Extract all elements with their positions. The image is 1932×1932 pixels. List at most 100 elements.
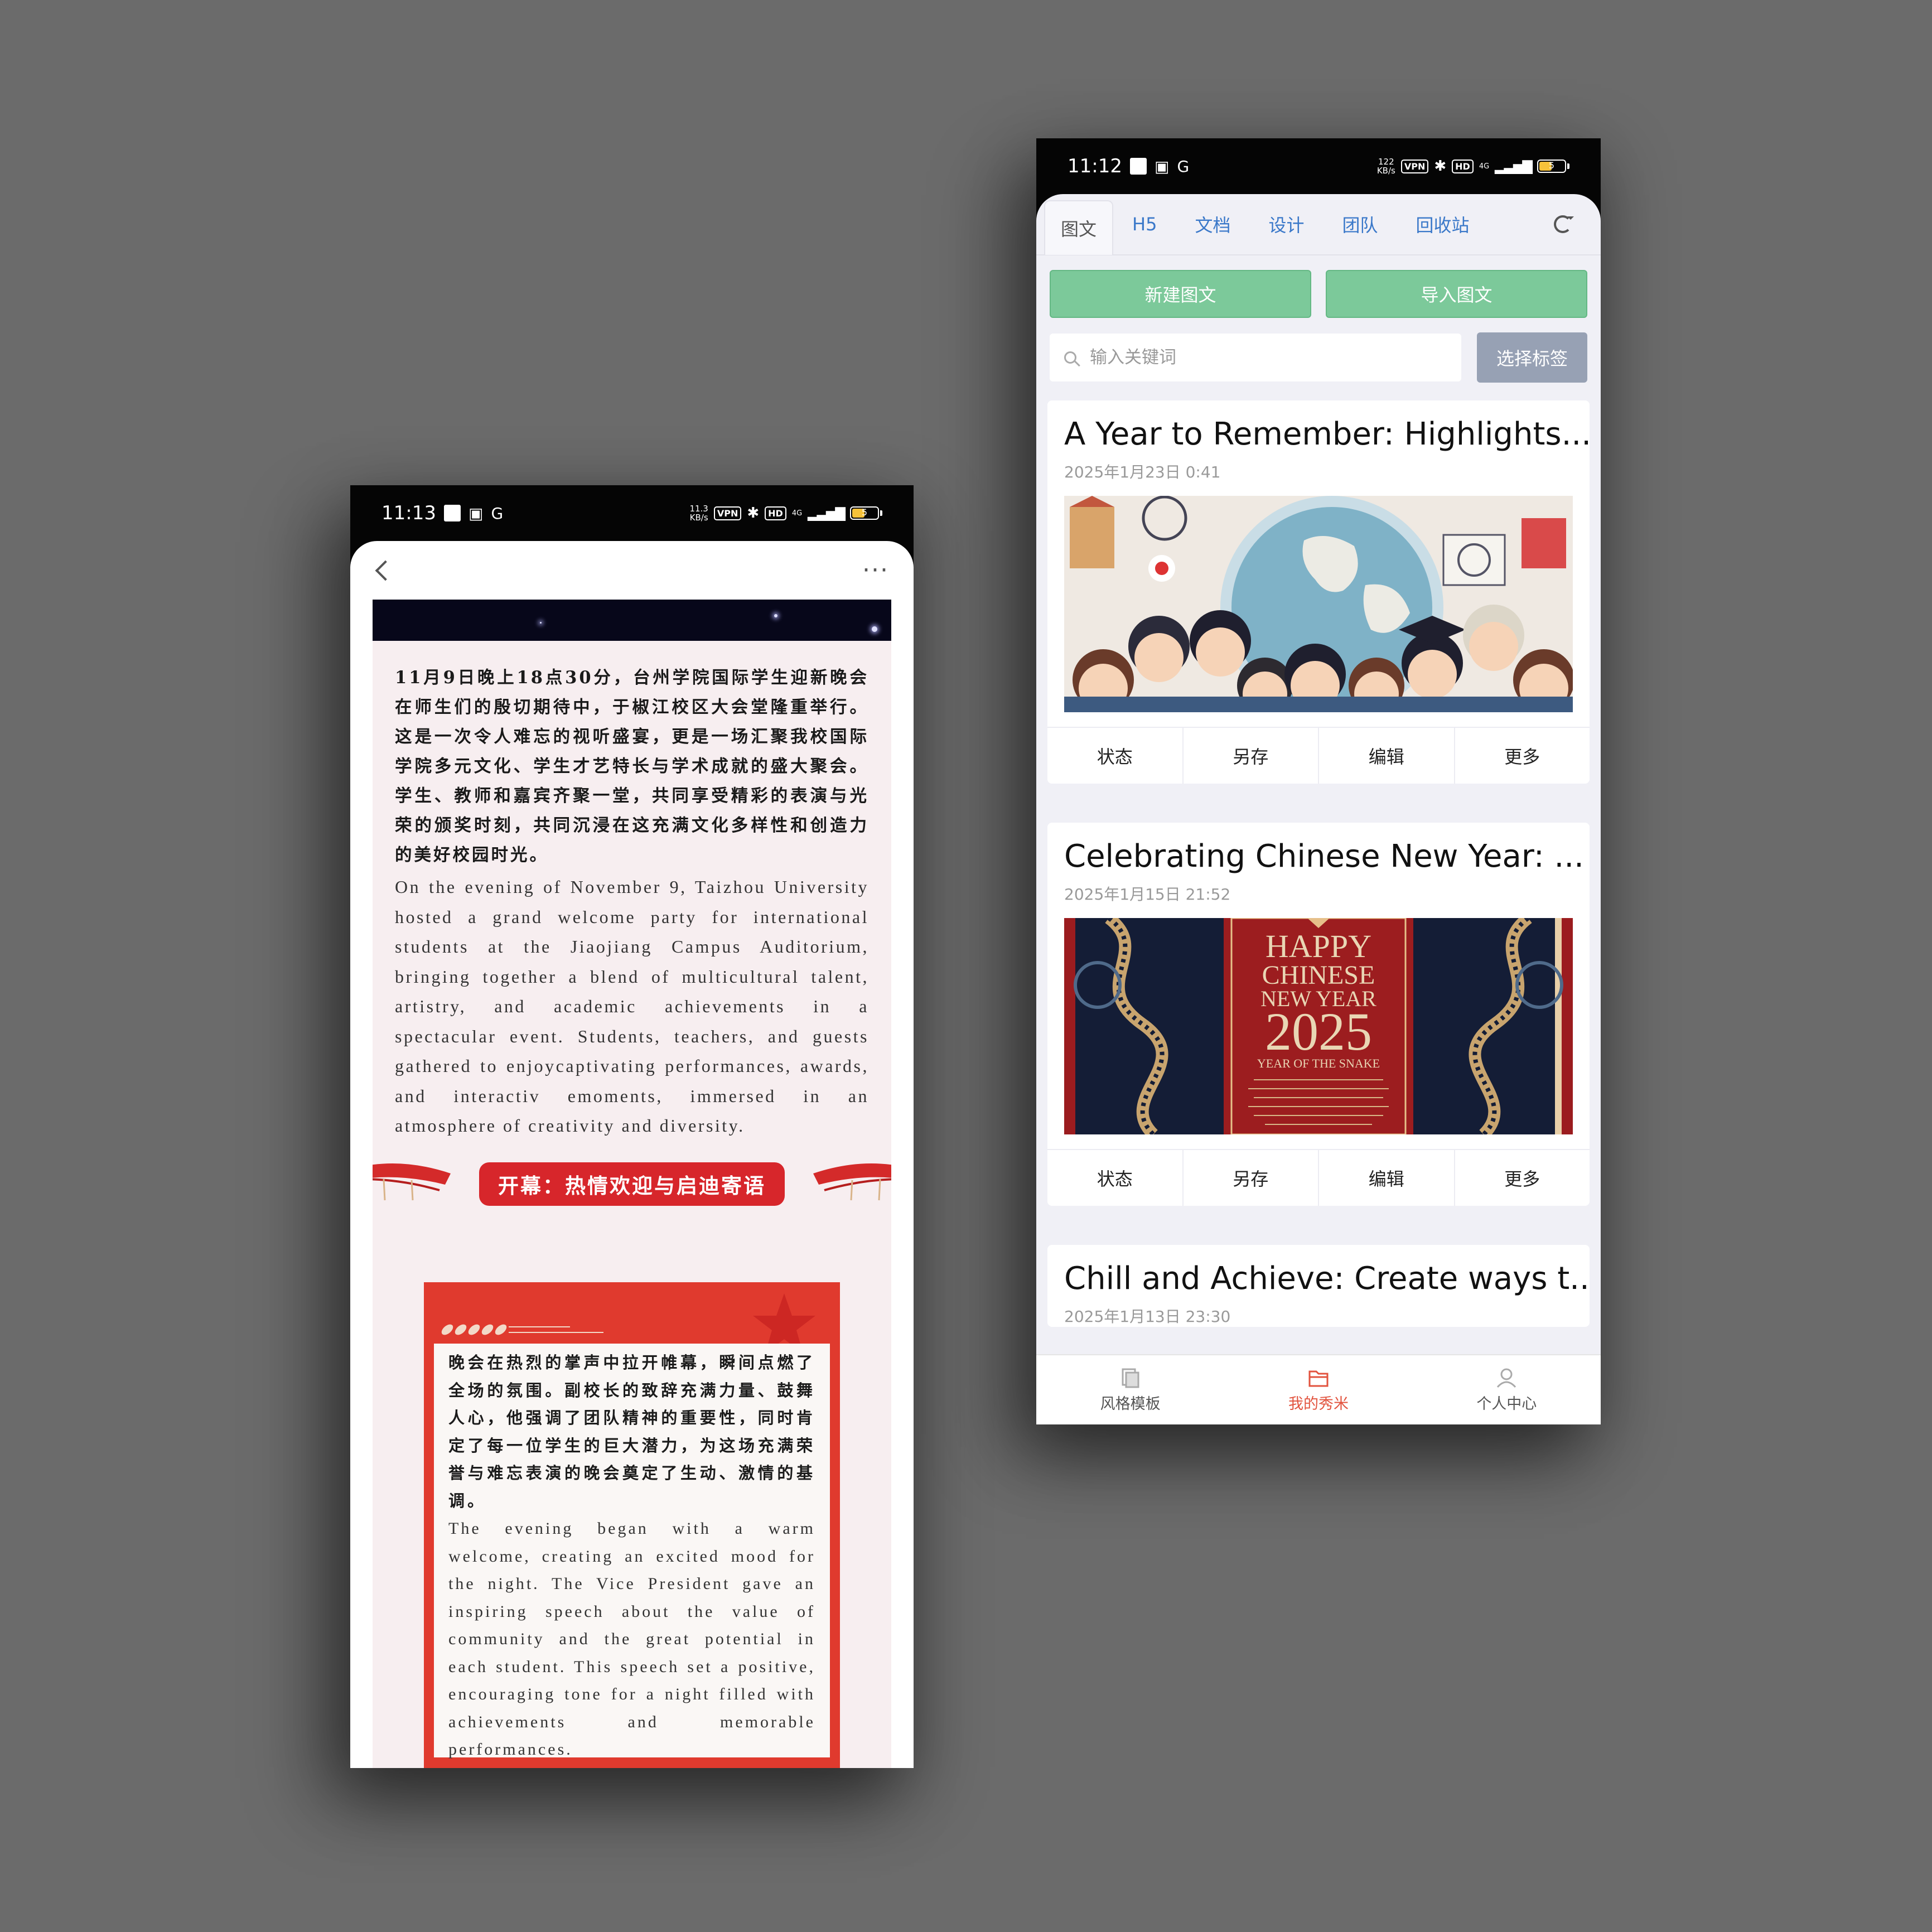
network-type: 4G [791,509,803,518]
search-box [1050,334,1461,381]
more-button[interactable]: 更多 [1455,1150,1590,1206]
article-date: 2025年1月15日 21:52 [1064,885,1231,904]
tab-recycle-bin[interactable]: 回收站 [1397,194,1488,254]
status-time: 11:12 [1068,155,1122,177]
search-icon [1064,351,1076,364]
nav-label: 我的秀米 [1288,1395,1349,1413]
article-title[interactable]: A Year to Remember: Highlights... [1047,400,1590,452]
nav-personal-center[interactable]: 个人中心 [1413,1355,1601,1424]
sim-icon: ▣ [1154,157,1170,176]
red-fan-decoration [373,1163,451,1200]
left-phone-screen: 11:13 ▣ G 11.3 KB/s VPN ✱ HD 4G ▂▃▅▇ 5 ·… [350,485,914,1768]
bottom-navigation: 风格模板 我的秀米 个人中心 [1036,1354,1601,1424]
status-time: 11:13 [381,502,436,524]
article-card[interactable]: Chill and Achieve: Create ways t... 2025… [1047,1245,1590,1327]
edit-button[interactable]: 编辑 [1319,1150,1455,1206]
battery-level: 5 [861,507,868,518]
network-speed: 122 KB/s [1376,157,1395,176]
star-decoration [872,626,877,632]
chinese-intro-paragraph: 11月9日晚上18点30分，台州学院国际学生迎新晚会在师生们的殷切期待中，于椒江… [395,668,869,865]
sim-icon: ▣ [468,504,484,523]
article-card[interactable]: A Year to Remember: Highlights... 2025年1… [1047,400,1590,784]
nav-label: 风格模板 [1100,1395,1161,1413]
article-date: 2025年1月23日 0:41 [1064,463,1221,481]
article-nav-bar: ··· [350,541,914,600]
nav-label: 个人中心 [1476,1395,1537,1413]
article-thumbnail[interactable]: HAPPY CHINESE NEW YEAR 2025 YEAR OF THE … [1064,918,1573,1134]
battery-level: 5 [1548,160,1555,171]
status-button[interactable]: 状态 [1047,1150,1184,1206]
signal-icon: ▂▃▅▇ [808,505,846,521]
bluetooth-icon: ✱ [1434,158,1447,175]
section-title: 开幕：热情欢迎与启迪寄语 [479,1162,785,1206]
tab-h5[interactable]: H5 [1113,194,1176,254]
starry-banner-image [373,600,891,641]
back-arrow-icon[interactable] [375,560,396,581]
card-action-bar: 状态 另存 编辑 更多 [1047,727,1590,784]
red-frame-card: 晚会在热烈的掌声中拉开帷幕，瞬间点燃了全场的氛围。副校长的致辞充满力量、鼓舞人心… [424,1282,840,1768]
search-input[interactable] [1089,347,1409,368]
wheat-decoration [441,1324,603,1335]
article-thumbnail[interactable] [1064,496,1573,712]
vpn-badge: VPN [1400,159,1429,173]
notification-icon [443,505,461,521]
volte-icon: HD [1452,159,1474,173]
app-body: ··· 11月9日晚上18点30分，台州学院国际学生迎新晚会在师生们的殷切期待中… [350,541,914,1768]
red-fan-decoration [813,1163,891,1200]
battery-icon: 5 [850,506,882,520]
status-bar: 11:12 ▣ G 122 KB/s VPN ✱ HD 4G ▂▃▅▇ 5 [1036,138,1601,194]
g-icon: G [491,504,504,523]
user-icon [1497,1368,1516,1388]
notification-icon [1129,158,1147,175]
status-bar: 11:13 ▣ G 11.3 KB/s VPN ✱ HD 4G ▂▃▅▇ 5 [350,485,914,541]
save-as-button[interactable]: 另存 [1184,1150,1319,1206]
vpn-badge: VPN [713,506,742,520]
poster-text-happy: HAPPY [1266,928,1371,964]
status-button[interactable]: 状态 [1047,728,1184,784]
chinese-new-year-poster: HAPPY CHINESE NEW YEAR 2025 YEAR OF THE … [1064,918,1573,1134]
edit-button[interactable]: 编辑 [1319,728,1455,784]
nav-my-xiumi[interactable]: 我的秀米 [1224,1355,1412,1424]
article-date: 2025年1月13日 23:30 [1064,1307,1231,1326]
more-button[interactable]: 更多 [1455,728,1590,784]
network-speed: 11.3 KB/s [689,504,708,523]
tab-bar: 图文 H5 文档 设计 团队 回收站 [1036,194,1601,255]
select-tag-button[interactable]: 选择标签 [1477,332,1587,383]
english-intro-paragraph: On the evening of November 9, Taizhou Un… [395,877,869,1136]
volte-icon: HD [765,506,786,520]
tab-design[interactable]: 设计 [1249,194,1323,254]
star-decoration [540,622,542,624]
new-graphic-button[interactable]: 新建图文 [1050,270,1311,318]
tab-documents[interactable]: 文档 [1176,194,1249,254]
refresh-icon[interactable] [1554,215,1574,233]
g-icon: G [1177,157,1190,176]
article-content: 11月9日晚上18点30分，台州学院国际学生迎新晚会在师生们的殷切期待中，于椒江… [373,641,891,1768]
article-title[interactable]: Celebrating Chinese New Year: ... [1047,823,1590,875]
poster-text-year: 2025 [1265,1002,1372,1061]
poster-text-snake: YEAR OF THE SNAKE [1257,1056,1380,1070]
signal-icon: ▂▃▅▇ [1495,158,1533,174]
folder-icon [1308,1370,1329,1387]
status-bar-region: 11:12 ▣ G 122 KB/s VPN ✱ HD 4G ▂▃▅▇ 5 图文… [1036,138,1601,1424]
students-globe-illustration [1064,496,1573,712]
more-dots-icon[interactable]: ··· [862,558,889,582]
network-type: 4G [1479,162,1490,171]
save-as-button[interactable]: 另存 [1184,728,1319,784]
english-section-paragraph: The evening began with a warm welcome, c… [448,1519,815,1759]
card-action-bar: 状态 另存 编辑 更多 [1047,1149,1590,1206]
article-title[interactable]: Chill and Achieve: Create ways t... [1047,1245,1590,1297]
app-body: 图文 H5 文档 设计 团队 回收站 新建图文 导入图文 选择标签 [1036,194,1601,1424]
star-decoration [774,614,777,617]
nav-style-templates[interactable]: 风格模板 [1036,1355,1224,1424]
tab-graphic[interactable]: 图文 [1044,200,1114,255]
import-graphic-button[interactable]: 导入图文 [1326,270,1587,318]
inner-text-card: 晚会在热烈的掌声中拉开帷幕，瞬间点燃了全场的氛围。副校长的致辞充满力量、鼓舞人心… [434,1344,830,1759]
template-icon [1122,1368,1139,1388]
article-list: A Year to Remember: Highlights... 2025年1… [1036,383,1601,1327]
right-phone-screen: 11:12 ▣ G 122 KB/s VPN ✱ HD 4G ▂▃▅▇ 5 图文… [1036,138,1601,1424]
tab-team[interactable]: 团队 [1323,194,1397,254]
article-card[interactable]: Celebrating Chinese New Year: ... 2025年1… [1047,823,1590,1206]
bluetooth-icon: ✱ [747,505,760,521]
chinese-section-paragraph: 晚会在热烈的掌声中拉开帷幕，瞬间点燃了全场的氛围。副校长的致辞充满力量、鼓舞人心… [448,1353,815,1510]
section-header: 开幕：热情欢迎与启迪寄语 [373,1157,891,1218]
